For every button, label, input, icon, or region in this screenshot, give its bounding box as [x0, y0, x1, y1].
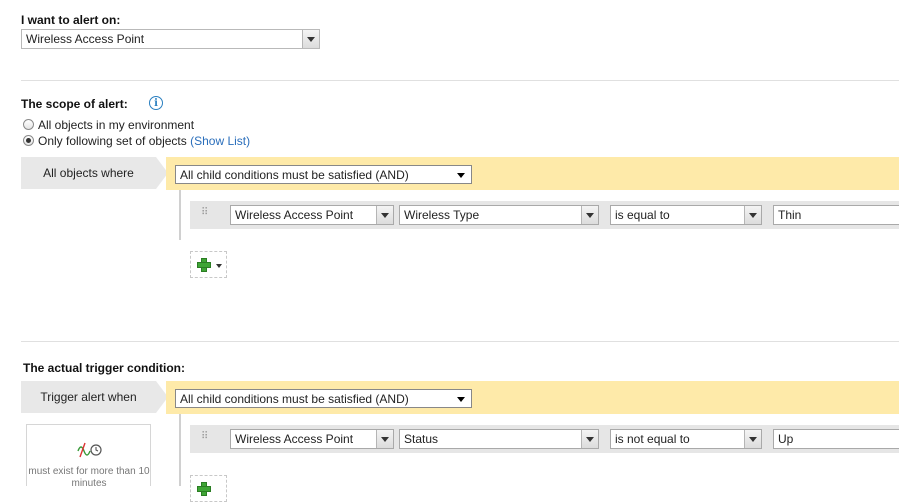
- scope-logic-select-value: All child conditions must be satisfied (…: [180, 167, 409, 182]
- chevron-down-icon: [457, 396, 465, 402]
- radio-all-objects-label: All objects in my environment: [38, 118, 195, 132]
- add-trigger-condition-button[interactable]: [190, 475, 227, 502]
- divider: [21, 341, 899, 342]
- signal-clock-icon: [77, 442, 102, 458]
- trigger-operator-value: is not equal to: [615, 432, 690, 446]
- scope-object-value: Wireless Access Point: [235, 208, 354, 222]
- scope-heading: The scope of alert:: [21, 97, 128, 111]
- trigger-value-text: Up: [778, 432, 794, 446]
- trigger-logic-select[interactable]: All child conditions must be satisfied (…: [175, 389, 472, 408]
- radio-following-objects[interactable]: [23, 135, 34, 146]
- trigger-value-input[interactable]: Up: [773, 429, 899, 449]
- tree-line: [179, 414, 181, 486]
- scope-object-select[interactable]: Wireless Access Point: [230, 205, 394, 225]
- trigger-alert-when-label: Trigger alert when: [21, 381, 156, 413]
- tree-line: [179, 190, 181, 240]
- add-plus-icon: [197, 482, 211, 496]
- scope-property-value: Wireless Type: [404, 208, 480, 222]
- radio-following-objects-text: Only following set of objects: [38, 134, 187, 148]
- chevron-down-icon[interactable]: [744, 430, 761, 448]
- divider: [21, 80, 899, 81]
- trigger-object-value: Wireless Access Point: [235, 432, 354, 446]
- trigger-logic-select-value: All child conditions must be satisfied (…: [180, 391, 409, 406]
- chevron-down-icon[interactable]: [376, 430, 393, 448]
- trigger-property-select[interactable]: Status: [399, 429, 599, 449]
- all-objects-where-label: All objects where: [21, 157, 156, 189]
- scope-operator-value: is equal to: [615, 208, 670, 222]
- show-list-link[interactable]: (Show List): [190, 134, 250, 148]
- trigger-time-card[interactable]: must exist for more than 10 minutes: [26, 424, 151, 489]
- chevron-down-icon[interactable]: [376, 206, 393, 224]
- chevron-down-icon: [216, 264, 222, 268]
- chevron-down-icon[interactable]: [581, 430, 598, 448]
- radio-all-objects[interactable]: [23, 119, 34, 130]
- scope-operator-select[interactable]: is equal to: [610, 205, 762, 225]
- scope-value-text: Thin: [778, 208, 802, 222]
- trigger-time-text: must exist for more than 10 minutes: [28, 466, 150, 489]
- chevron-down-icon[interactable]: [744, 206, 761, 224]
- trigger-operator-select[interactable]: is not equal to: [610, 429, 762, 449]
- alert-on-heading: I want to alert on:: [21, 13, 121, 27]
- scope-property-select[interactable]: Wireless Type: [399, 205, 599, 225]
- chevron-down-icon[interactable]: [581, 206, 598, 224]
- drag-handle-icon[interactable]: ⠿: [201, 432, 208, 442]
- alert-on-select-value: Wireless Access Point: [26, 32, 145, 46]
- info-icon[interactable]: i: [149, 96, 163, 110]
- scope-logic-select[interactable]: All child conditions must be satisfied (…: [175, 165, 472, 184]
- trigger-property-value: Status: [404, 432, 439, 446]
- trigger-object-select[interactable]: Wireless Access Point: [230, 429, 394, 449]
- drag-handle-icon[interactable]: ⠿: [201, 208, 208, 218]
- add-plus-icon: [197, 258, 211, 272]
- chevron-down-icon: [457, 172, 465, 178]
- alert-on-select[interactable]: Wireless Access Point: [21, 29, 320, 49]
- scope-value-input[interactable]: Thin: [773, 205, 899, 225]
- add-condition-button[interactable]: [190, 251, 227, 278]
- trigger-heading: The actual trigger condition:: [23, 361, 186, 375]
- radio-following-objects-label: Only following set of objects (Show List…: [38, 134, 250, 148]
- chevron-down-icon[interactable]: [302, 30, 319, 48]
